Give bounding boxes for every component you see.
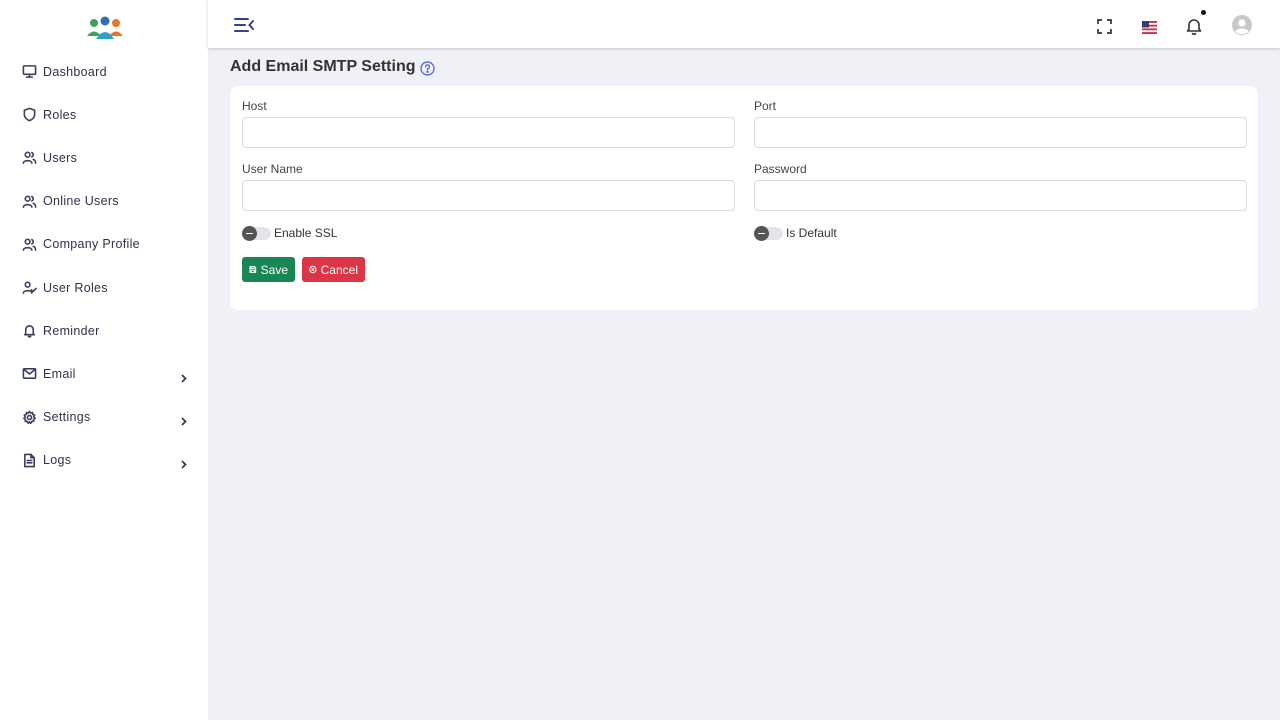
users-icon <box>21 236 37 252</box>
us-flag-icon[interactable] <box>1142 21 1157 39</box>
host-input[interactable] <box>242 117 735 148</box>
sidebar-item-online-users[interactable]: Online Users <box>0 180 208 223</box>
notification-dot <box>1201 10 1206 15</box>
host-field: Host <box>242 99 735 148</box>
sidebar-item-label: Users <box>43 150 78 165</box>
sidebar-item-label: Logs <box>43 453 72 468</box>
save-button[interactable]: Save <box>242 257 295 282</box>
sidebar-item-label: Company Profile <box>43 237 140 252</box>
page-header: Add Email SMTP Setting <box>230 58 435 76</box>
monitor-icon <box>21 64 37 80</box>
sidebar-item-label: Roles <box>43 107 77 122</box>
sidebar-item-label: User Roles <box>43 280 108 295</box>
port-label: Port <box>754 99 777 113</box>
sidebar-item-user-roles[interactable]: User Roles <box>0 266 208 309</box>
password-label: Password <box>754 162 807 176</box>
app-logo[interactable] <box>86 16 124 42</box>
host-label: Host <box>242 99 267 113</box>
toggle-knob <box>242 225 257 241</box>
page-title: Add Email SMTP Setting <box>230 58 416 75</box>
sidebar-item-settings[interactable]: Settings <box>0 396 208 439</box>
is-default-toggle[interactable] <box>754 225 783 241</box>
cancel-button[interactable]: Cancel <box>302 257 365 282</box>
enable-ssl-label: Enable SSL <box>274 226 338 240</box>
file-icon <box>21 452 37 468</box>
users-icon <box>21 150 37 166</box>
mail-icon <box>21 366 37 382</box>
sidebar-item-label: Reminder <box>43 323 100 338</box>
gear-icon <box>21 409 37 425</box>
sidebar-item-logs[interactable]: Logs <box>0 439 208 482</box>
menu-toggle-icon[interactable] <box>234 17 254 33</box>
save-button-label: Save <box>260 262 288 277</box>
chevron-right-icon <box>179 413 188 426</box>
sidebar-item-company-profile[interactable]: Company Profile <box>0 223 208 266</box>
cancel-button-label: Cancel <box>320 262 358 277</box>
username-label: User Name <box>242 162 303 176</box>
sidebar-item-roles[interactable]: Roles <box>0 93 208 136</box>
is-default-toggle-row: Is Default <box>754 225 837 241</box>
smtp-form-card: Host Port User Name Password Enable SSL … <box>230 86 1258 310</box>
sidebar-item-label: Settings <box>43 410 91 425</box>
enable-ssl-toggle[interactable] <box>242 225 271 241</box>
close-circle-icon <box>309 265 317 274</box>
sidebar-item-label: Email <box>43 366 76 381</box>
sidebar-item-label: Dashboard <box>43 64 107 79</box>
bell-icon <box>21 323 37 339</box>
sidebar-nav: Dashboard Roles Users Online Users Compa… <box>0 50 208 482</box>
chevron-right-icon <box>179 370 188 383</box>
sidebar-item-email[interactable]: Email <box>0 352 208 395</box>
sidebar-item-reminder[interactable]: Reminder <box>0 309 208 352</box>
sidebar-item-label: Online Users <box>43 194 119 209</box>
port-input[interactable] <box>754 117 1247 148</box>
sidebar: Dashboard Roles Users Online Users Compa… <box>0 0 208 720</box>
sidebar-item-users[interactable]: Users <box>0 136 208 179</box>
users-icon <box>21 193 37 209</box>
password-input[interactable] <box>754 180 1247 211</box>
port-field: Port <box>754 99 1247 148</box>
fullscreen-icon[interactable] <box>1097 19 1112 39</box>
shield-icon <box>21 107 37 123</box>
chevron-right-icon <box>179 456 188 469</box>
is-default-label: Is Default <box>786 226 837 240</box>
top-bar <box>208 0 1280 48</box>
help-icon[interactable] <box>419 60 435 76</box>
notifications-bell-icon[interactable] <box>1186 17 1202 40</box>
avatar[interactable] <box>1232 15 1252 40</box>
sidebar-item-dashboard[interactable]: Dashboard <box>0 50 208 93</box>
toggle-knob <box>754 225 769 241</box>
save-icon <box>249 266 257 273</box>
user-check-icon <box>21 280 37 296</box>
password-field: Password <box>754 162 1247 211</box>
username-input[interactable] <box>242 180 735 211</box>
enable-ssl-toggle-row: Enable SSL <box>242 225 338 241</box>
username-field: User Name <box>242 162 735 211</box>
